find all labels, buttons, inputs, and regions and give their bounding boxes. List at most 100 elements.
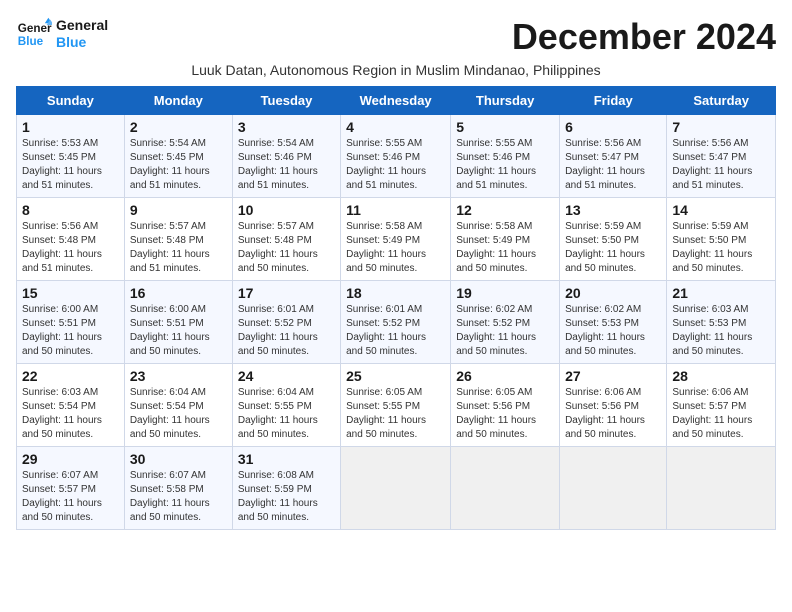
calendar-cell: 20 Sunrise: 6:02 AMSunset: 5:53 PMDaylig… [560, 281, 667, 364]
calendar-cell: 13 Sunrise: 5:59 AMSunset: 5:50 PMDaylig… [560, 198, 667, 281]
calendar-table: SundayMondayTuesdayWednesdayThursdayFrid… [16, 86, 776, 530]
logo-icon: General Blue [16, 16, 52, 52]
week-row-4: 22 Sunrise: 6:03 AMSunset: 5:54 PMDaylig… [17, 364, 776, 447]
cell-info: Sunrise: 6:00 AMSunset: 5:51 PMDaylight:… [130, 304, 210, 357]
day-number: 17 [238, 285, 335, 301]
cell-info: Sunrise: 5:54 AMSunset: 5:45 PMDaylight:… [130, 138, 210, 191]
day-header-saturday: Saturday [667, 87, 776, 115]
cell-info: Sunrise: 5:56 AMSunset: 5:47 PMDaylight:… [565, 138, 645, 191]
day-number: 30 [130, 451, 227, 467]
cell-info: Sunrise: 6:02 AMSunset: 5:53 PMDaylight:… [565, 304, 645, 357]
day-header-friday: Friday [560, 87, 667, 115]
calendar-cell: 26 Sunrise: 6:05 AMSunset: 5:56 PMDaylig… [451, 364, 560, 447]
day-header-tuesday: Tuesday [232, 87, 340, 115]
cell-info: Sunrise: 6:01 AMSunset: 5:52 PMDaylight:… [346, 304, 426, 357]
calendar-cell: 8 Sunrise: 5:56 AMSunset: 5:48 PMDayligh… [17, 198, 125, 281]
cell-info: Sunrise: 5:54 AMSunset: 5:46 PMDaylight:… [238, 138, 318, 191]
day-number: 14 [672, 202, 770, 218]
day-number: 4 [346, 119, 445, 135]
week-row-2: 8 Sunrise: 5:56 AMSunset: 5:48 PMDayligh… [17, 198, 776, 281]
day-number: 16 [130, 285, 227, 301]
day-header-monday: Monday [124, 87, 232, 115]
calendar-cell [341, 447, 451, 530]
cell-info: Sunrise: 5:53 AMSunset: 5:45 PMDaylight:… [22, 138, 102, 191]
cell-info: Sunrise: 6:03 AMSunset: 5:53 PMDaylight:… [672, 304, 752, 357]
day-number: 7 [672, 119, 770, 135]
cell-info: Sunrise: 6:07 AMSunset: 5:57 PMDaylight:… [22, 470, 102, 523]
day-number: 18 [346, 285, 445, 301]
calendar-cell [667, 447, 776, 530]
day-header-wednesday: Wednesday [341, 87, 451, 115]
calendar-cell: 31 Sunrise: 6:08 AMSunset: 5:59 PMDaylig… [232, 447, 340, 530]
calendar-cell: 30 Sunrise: 6:07 AMSunset: 5:58 PMDaylig… [124, 447, 232, 530]
calendar-cell: 27 Sunrise: 6:06 AMSunset: 5:56 PMDaylig… [560, 364, 667, 447]
days-header-row: SundayMondayTuesdayWednesdayThursdayFrid… [17, 87, 776, 115]
day-number: 13 [565, 202, 661, 218]
calendar-cell: 5 Sunrise: 5:55 AMSunset: 5:46 PMDayligh… [451, 115, 560, 198]
calendar-cell: 10 Sunrise: 5:57 AMSunset: 5:48 PMDaylig… [232, 198, 340, 281]
subtitle: Luuk Datan, Autonomous Region in Muslim … [16, 62, 776, 78]
cell-info: Sunrise: 6:05 AMSunset: 5:55 PMDaylight:… [346, 387, 426, 440]
logo: General Blue General Blue [16, 16, 108, 52]
week-row-3: 15 Sunrise: 6:00 AMSunset: 5:51 PMDaylig… [17, 281, 776, 364]
week-row-1: 1 Sunrise: 5:53 AMSunset: 5:45 PMDayligh… [17, 115, 776, 198]
day-number: 15 [22, 285, 119, 301]
day-number: 26 [456, 368, 554, 384]
day-number: 8 [22, 202, 119, 218]
calendar-cell: 7 Sunrise: 5:56 AMSunset: 5:47 PMDayligh… [667, 115, 776, 198]
day-number: 10 [238, 202, 335, 218]
calendar-cell: 12 Sunrise: 5:58 AMSunset: 5:49 PMDaylig… [451, 198, 560, 281]
cell-info: Sunrise: 5:56 AMSunset: 5:47 PMDaylight:… [672, 138, 752, 191]
calendar-cell: 2 Sunrise: 5:54 AMSunset: 5:45 PMDayligh… [124, 115, 232, 198]
day-header-thursday: Thursday [451, 87, 560, 115]
day-number: 29 [22, 451, 119, 467]
cell-info: Sunrise: 6:05 AMSunset: 5:56 PMDaylight:… [456, 387, 536, 440]
cell-info: Sunrise: 6:04 AMSunset: 5:55 PMDaylight:… [238, 387, 318, 440]
day-number: 3 [238, 119, 335, 135]
logo-text: General Blue [56, 17, 108, 51]
day-number: 2 [130, 119, 227, 135]
cell-info: Sunrise: 5:59 AMSunset: 5:50 PMDaylight:… [672, 221, 752, 274]
day-number: 23 [130, 368, 227, 384]
page-header: General Blue General Blue December 2024 [16, 16, 776, 58]
calendar-cell: 25 Sunrise: 6:05 AMSunset: 5:55 PMDaylig… [341, 364, 451, 447]
day-number: 1 [22, 119, 119, 135]
calendar-cell: 28 Sunrise: 6:06 AMSunset: 5:57 PMDaylig… [667, 364, 776, 447]
cell-info: Sunrise: 5:58 AMSunset: 5:49 PMDaylight:… [346, 221, 426, 274]
cell-info: Sunrise: 6:04 AMSunset: 5:54 PMDaylight:… [130, 387, 210, 440]
calendar-cell: 6 Sunrise: 5:56 AMSunset: 5:47 PMDayligh… [560, 115, 667, 198]
calendar-cell: 15 Sunrise: 6:00 AMSunset: 5:51 PMDaylig… [17, 281, 125, 364]
svg-text:General: General [18, 22, 52, 35]
calendar-cell: 9 Sunrise: 5:57 AMSunset: 5:48 PMDayligh… [124, 198, 232, 281]
day-number: 9 [130, 202, 227, 218]
day-number: 19 [456, 285, 554, 301]
calendar-cell: 16 Sunrise: 6:00 AMSunset: 5:51 PMDaylig… [124, 281, 232, 364]
cell-info: Sunrise: 5:55 AMSunset: 5:46 PMDaylight:… [346, 138, 426, 191]
day-number: 20 [565, 285, 661, 301]
cell-info: Sunrise: 5:56 AMSunset: 5:48 PMDaylight:… [22, 221, 102, 274]
day-number: 21 [672, 285, 770, 301]
cell-info: Sunrise: 6:06 AMSunset: 5:57 PMDaylight:… [672, 387, 752, 440]
day-number: 11 [346, 202, 445, 218]
calendar-cell: 1 Sunrise: 5:53 AMSunset: 5:45 PMDayligh… [17, 115, 125, 198]
calendar-cell [560, 447, 667, 530]
day-number: 28 [672, 368, 770, 384]
svg-text:Blue: Blue [18, 35, 44, 48]
cell-info: Sunrise: 5:59 AMSunset: 5:50 PMDaylight:… [565, 221, 645, 274]
day-number: 25 [346, 368, 445, 384]
calendar-cell: 19 Sunrise: 6:02 AMSunset: 5:52 PMDaylig… [451, 281, 560, 364]
calendar-cell: 22 Sunrise: 6:03 AMSunset: 5:54 PMDaylig… [17, 364, 125, 447]
calendar-cell: 11 Sunrise: 5:58 AMSunset: 5:49 PMDaylig… [341, 198, 451, 281]
calendar-cell: 18 Sunrise: 6:01 AMSunset: 5:52 PMDaylig… [341, 281, 451, 364]
cell-info: Sunrise: 6:07 AMSunset: 5:58 PMDaylight:… [130, 470, 210, 523]
calendar-cell: 17 Sunrise: 6:01 AMSunset: 5:52 PMDaylig… [232, 281, 340, 364]
cell-info: Sunrise: 5:57 AMSunset: 5:48 PMDaylight:… [130, 221, 210, 274]
day-number: 31 [238, 451, 335, 467]
day-number: 24 [238, 368, 335, 384]
cell-info: Sunrise: 5:57 AMSunset: 5:48 PMDaylight:… [238, 221, 318, 274]
calendar-cell: 21 Sunrise: 6:03 AMSunset: 5:53 PMDaylig… [667, 281, 776, 364]
cell-info: Sunrise: 6:01 AMSunset: 5:52 PMDaylight:… [238, 304, 318, 357]
cell-info: Sunrise: 6:08 AMSunset: 5:59 PMDaylight:… [238, 470, 318, 523]
day-number: 12 [456, 202, 554, 218]
day-header-sunday: Sunday [17, 87, 125, 115]
